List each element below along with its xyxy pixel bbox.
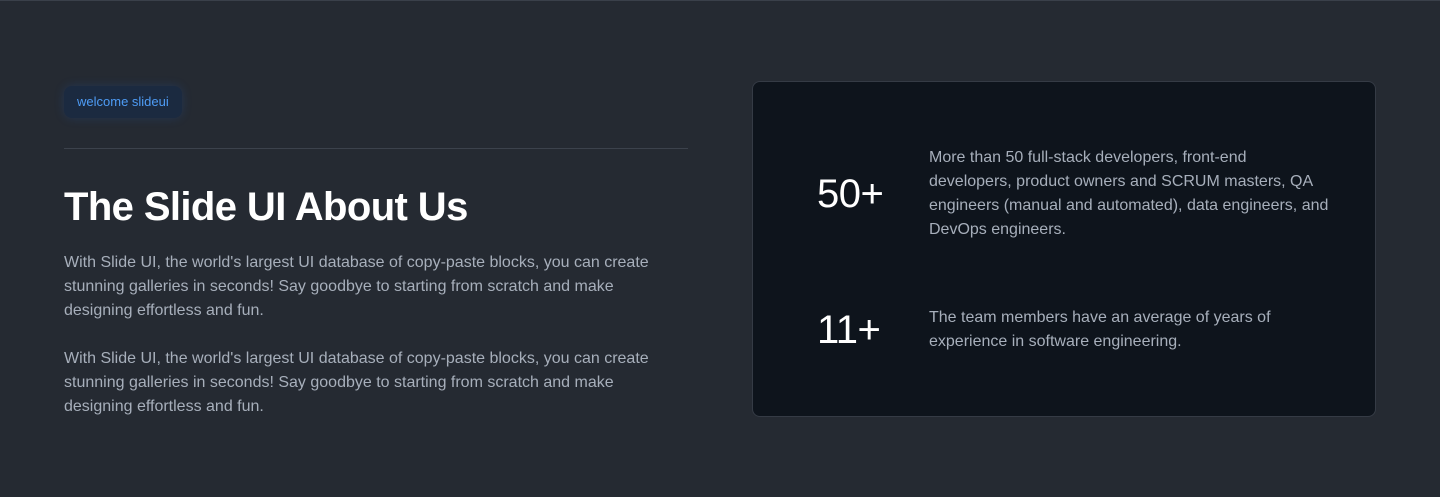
stat-item: 11+ The team members have an average of … (817, 306, 1335, 354)
stat-item: 50+ More than 50 full-stack developers, … (817, 146, 1335, 242)
page-title: The Slide UI About Us (64, 185, 468, 229)
stats-card: 50+ More than 50 full-stack developers, … (752, 81, 1376, 417)
stat-description: More than 50 full-stack developers, fron… (929, 149, 1329, 238)
section-divider (64, 148, 688, 149)
stat-number: 50+ (817, 171, 884, 216)
about-section: welcome slideui The Slide UI About Us Wi… (64, 86, 688, 419)
stat-number: 11+ (817, 307, 881, 352)
welcome-badge: welcome slideui (64, 86, 182, 118)
intro-paragraph-2: With Slide UI, the world's largest UI da… (64, 350, 649, 415)
stat-description: The team members have an average of year… (929, 309, 1271, 350)
intro-paragraph-1: With Slide UI, the world's largest UI da… (64, 254, 649, 319)
